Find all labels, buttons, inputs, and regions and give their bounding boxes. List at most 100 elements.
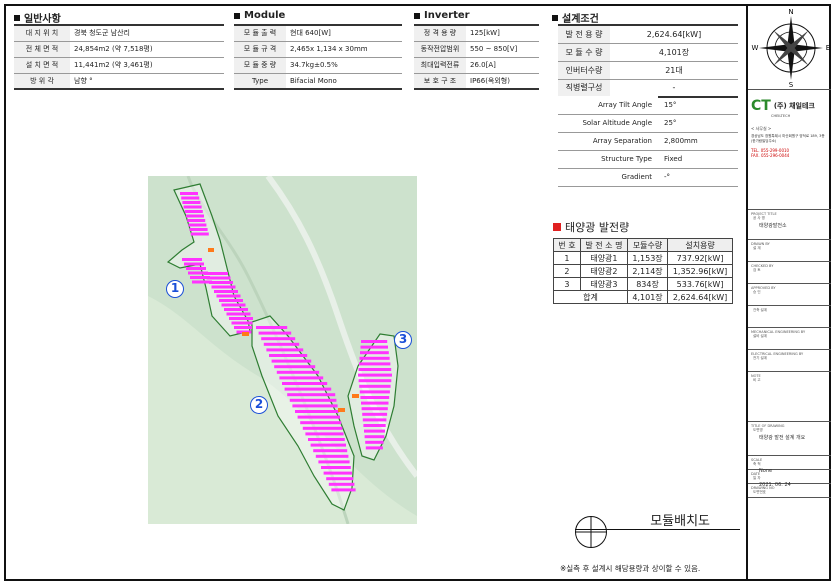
- module-row: [328, 482, 355, 486]
- spec-value: 2,465x 1,134 x 30mm: [286, 41, 402, 58]
- spec-value: 34.7kg±0.5%: [286, 57, 402, 74]
- module-row: [187, 219, 206, 222]
- module-row: [184, 262, 204, 266]
- module-row: [364, 429, 385, 433]
- table-row: 1 태양광1 1,153장 737.92[kW]: [553, 251, 733, 265]
- spec-row: 모 듈 중 량 34.7kg±0.5%: [234, 57, 402, 74]
- spec-value: 21대: [610, 61, 738, 80]
- plants-header: 모듈수량: [626, 238, 669, 252]
- inverter-table: 정 격 용 량 125[kW] 동작전압범위 550 ~ 850[V] 최대입력전류 26…: [414, 24, 539, 90]
- title-block-row: SCALE 축 척 None: [748, 456, 831, 474]
- module-row: [276, 370, 320, 374]
- spec-value: -: [610, 79, 738, 98]
- spec-row: 전 체 면 적 24,854m2 (약 7,518평): [14, 41, 224, 58]
- total-cell: 합계: [553, 290, 628, 304]
- spec-key: Solar Altitude Angle: [558, 114, 658, 133]
- module-row: [358, 368, 392, 371]
- drawing-title: 모듈배치도: [575, 510, 740, 530]
- spec-key: Type: [234, 73, 286, 90]
- inverter-marker: [352, 394, 359, 398]
- table-cell: 태양광2: [579, 264, 628, 278]
- table-cell: 1: [553, 251, 581, 265]
- module-row: [282, 382, 328, 385]
- spec-value: Fixed: [658, 150, 738, 169]
- module-row: [256, 326, 288, 329]
- module-row: [258, 331, 292, 335]
- module-row: [360, 345, 388, 349]
- spec-key: Array Separation: [558, 132, 658, 151]
- module-row: [321, 466, 351, 469]
- spec-key: 보 호 구 조: [414, 73, 466, 90]
- spec-row: 모 듈 출 력 현대 640[W]: [234, 24, 402, 42]
- module-row: [331, 488, 356, 492]
- module-row: [266, 348, 304, 352]
- title-block-sub: 설 계: [753, 246, 761, 250]
- module-row: [361, 401, 389, 405]
- company-sub: CHEILTECH: [771, 114, 791, 118]
- module-row: [297, 415, 340, 419]
- spec-value: 15°: [658, 96, 738, 115]
- plants-section-title: 태양광 발전량: [553, 219, 629, 235]
- title-block-row: APPROVED BY 승 인: [748, 284, 831, 306]
- title-block-sub: 도면번호: [753, 490, 766, 494]
- spec-row: 보 호 구 조 IP66(옥외형): [414, 73, 539, 90]
- title-block-row: MECHANICAL ENGINEERING BY 설비 설계: [748, 328, 831, 350]
- spec-value: Bifacial Mono: [286, 73, 402, 90]
- module-row: [362, 412, 388, 416]
- site-map-svg: [148, 174, 420, 525]
- general-table: 대 지 위 치 경북 청도군 남산리 전 체 면 적 24,854m2 (약 7,51…: [14, 24, 224, 90]
- spec-key: 동작전압범위: [414, 41, 466, 58]
- company-fax: FAX. 055-296-0044: [751, 153, 790, 158]
- module-row: [271, 359, 312, 363]
- spec-row: 직병렬구성 -: [558, 79, 738, 98]
- module-row: [261, 337, 296, 341]
- spec-key: 모 듈 중 량: [234, 57, 286, 74]
- module-row: [315, 454, 349, 458]
- module-row: [274, 365, 316, 369]
- title-block-sub: 공 사 명: [753, 216, 765, 220]
- module-row: [221, 303, 246, 307]
- spec-row: 대 지 위 치 경북 청도군 남산리: [14, 24, 224, 42]
- module-row: [206, 276, 231, 280]
- module-row: [211, 285, 236, 289]
- title-block-sub: 비 고: [753, 378, 761, 382]
- title-block-value: 태양광 발전 설계 개요: [759, 435, 806, 441]
- module-row: [358, 379, 392, 383]
- module-row: [362, 418, 387, 422]
- module-row: [300, 421, 342, 425]
- title-block-sub: 설비 설계: [753, 334, 767, 338]
- spec-key: Gradient: [558, 168, 658, 187]
- spec-value: 550 ~ 850[V]: [466, 41, 539, 58]
- spec-key: Structure Type: [558, 150, 658, 169]
- module-row: [269, 354, 308, 357]
- title-block-row: 건축 설계: [748, 306, 831, 328]
- module-row: [188, 223, 207, 227]
- spec-value: 11,441m2 (약 3,461평): [70, 57, 224, 74]
- inverter-marker: [338, 408, 345, 412]
- module-row: [183, 205, 202, 209]
- module-row: [365, 440, 384, 444]
- module-row: [364, 435, 385, 439]
- table-row: 3 태양광3 834장 533.76[kW]: [553, 277, 733, 291]
- spec-row: 설 치 면 적 11,441m2 (약 3,461평): [14, 57, 224, 74]
- module-row: [284, 387, 332, 391]
- compass-w-label: W: [752, 44, 759, 52]
- plants-header: 설치용량: [667, 238, 733, 252]
- title-block-value: 태양광발전소: [759, 223, 787, 229]
- inverter-marker: [208, 248, 214, 252]
- company-box: CT (주) 채일테크 CHEILTECH < 사무실 > 경상남도 창원특례시…: [748, 90, 831, 210]
- site-map: 1 2 3: [148, 174, 420, 525]
- module-row: [209, 281, 233, 284]
- module-row: [361, 340, 388, 343]
- spec-row: 정 격 용 량 125[kW]: [414, 24, 539, 42]
- design-section-title: 설계조건: [552, 10, 599, 25]
- title-block-sub: 검 토: [753, 268, 761, 272]
- bullet-square-icon: [552, 14, 558, 21]
- title-block-sub: 승 인: [753, 290, 761, 294]
- spec-row: Array Tilt Angle 15°: [558, 96, 738, 115]
- table-cell: 1,352.96[kW]: [667, 264, 733, 278]
- module-table: 모 듈 출 력 현대 640[W] 모 듈 규 격 2,465x 1,134 x 30…: [234, 24, 402, 90]
- module-row: [279, 376, 324, 380]
- company-logo: CT: [751, 98, 771, 114]
- title-block-row: ELECTRICAL ENGINEERING BY 전기 설계: [748, 350, 831, 372]
